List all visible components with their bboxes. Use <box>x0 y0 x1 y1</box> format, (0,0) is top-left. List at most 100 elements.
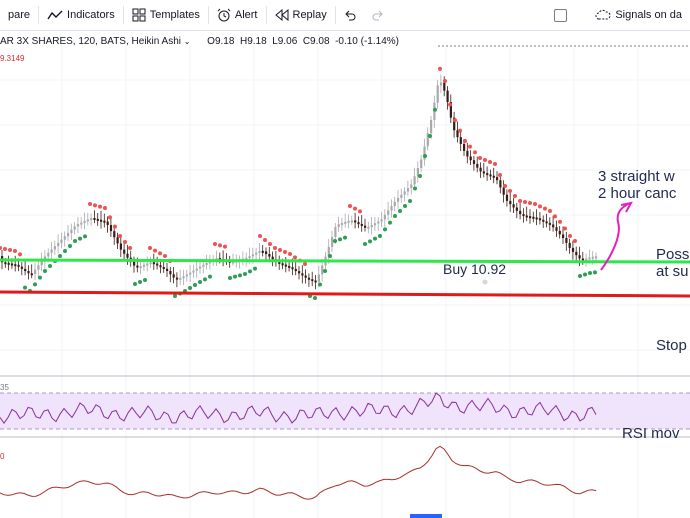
redo-icon <box>372 10 383 21</box>
candle-body <box>558 230 561 235</box>
candle-body <box>340 223 344 226</box>
candle-body <box>505 194 509 201</box>
trail-dot <box>493 162 497 166</box>
candle-body <box>463 143 466 151</box>
candle-body <box>317 274 320 282</box>
undo-button[interactable] <box>336 0 364 30</box>
candle-body <box>14 264 17 267</box>
checkbox[interactable] <box>554 8 568 22</box>
note-text[interactable]: 3 straight w 2 hour canc <box>598 168 676 202</box>
candle-body <box>383 214 386 220</box>
trail-dot <box>543 206 547 211</box>
candle-body <box>63 236 66 240</box>
stop-label[interactable]: Stop <box>656 337 687 354</box>
trail-dot <box>368 239 372 244</box>
trail-dot <box>283 250 287 254</box>
top-toolbar: pare Indicators Templates Alert Replay S… <box>0 0 690 31</box>
candle-body <box>73 226 76 230</box>
buy-label[interactable]: Buy 10.92 <box>443 261 506 277</box>
trail-dot <box>528 201 532 205</box>
templates-button[interactable]: Templates <box>124 0 208 30</box>
trail-dot <box>378 234 382 238</box>
indicators-button[interactable]: Indicators <box>39 0 123 30</box>
compare-button[interactable]: pare <box>0 0 38 30</box>
candle-body <box>459 137 462 144</box>
candle-body <box>334 227 337 237</box>
candle-body <box>585 258 588 261</box>
candle-body <box>354 220 357 223</box>
price-chart[interactable] <box>0 31 690 518</box>
rsi-note[interactable]: RSI mov <box>622 425 680 442</box>
trail-dot <box>223 244 227 249</box>
candle-body <box>525 215 528 218</box>
candle-body <box>420 159 423 168</box>
trail-dot <box>463 139 467 143</box>
trail-dot <box>293 255 297 260</box>
candle-body <box>268 254 271 257</box>
trail-dot <box>318 282 322 287</box>
replay-button[interactable]: Replay <box>267 0 335 30</box>
candle-body <box>466 150 469 157</box>
possible-text[interactable]: Poss at su <box>656 246 689 280</box>
trail-dot <box>143 278 147 282</box>
candle-body <box>482 171 485 174</box>
candle-body <box>4 262 7 265</box>
trail-dot <box>538 204 542 209</box>
undo-icon <box>345 10 356 21</box>
candle-body <box>314 280 317 283</box>
stop-line <box>0 290 690 298</box>
candle-body <box>393 201 396 207</box>
trail-dot <box>363 242 367 246</box>
trail-dot <box>383 227 387 232</box>
candle-body <box>162 267 165 270</box>
candle-body <box>486 173 489 176</box>
candle-body <box>430 120 433 134</box>
close-value: C9.08 <box>302 36 330 47</box>
candle-body <box>202 264 205 267</box>
trail-dot <box>88 202 92 206</box>
candle-body <box>436 85 439 103</box>
candle-body <box>50 249 53 253</box>
trail-dot <box>333 239 337 243</box>
candle-body <box>357 222 360 225</box>
trail-dot <box>128 246 132 250</box>
trail-dot <box>33 282 37 287</box>
candle-body <box>529 216 532 219</box>
redo-button[interactable] <box>364 0 392 30</box>
candle-body <box>119 243 122 250</box>
candle-body <box>522 214 525 217</box>
trail-dot <box>8 248 12 252</box>
candle-body <box>489 174 492 177</box>
candle-body <box>90 218 93 221</box>
candle-body <box>24 268 27 272</box>
trail-dot <box>18 252 22 257</box>
trail-dot <box>343 235 347 240</box>
trail-dot <box>13 249 17 253</box>
candle-body <box>571 247 575 252</box>
candle-body <box>199 266 202 269</box>
candle-body <box>367 226 370 229</box>
trail-dot <box>593 270 597 275</box>
indicator-value-label: 0 <box>0 452 5 461</box>
trail-dot <box>78 236 82 241</box>
trail-dot <box>313 296 317 300</box>
cloud-icon <box>595 9 611 20</box>
trail-dot <box>303 262 307 266</box>
chevron-down-icon[interactable]: ⌄ <box>184 37 191 46</box>
alert-button[interactable]: Alert <box>209 0 266 30</box>
candle-body <box>321 265 324 275</box>
trail-dot <box>433 107 437 112</box>
candle-body <box>397 198 400 202</box>
possible-line-1: Poss <box>656 246 690 263</box>
candle-body <box>123 249 126 254</box>
candle-body <box>588 257 591 260</box>
candle-body <box>301 273 304 276</box>
signals-button[interactable]: Signals on da <box>587 0 690 30</box>
rsi-band <box>0 393 690 429</box>
symbol-title[interactable]: AR 3X SHARES, 120, BATS, Heikin Ashi <box>0 36 181 47</box>
candle-body <box>380 219 383 222</box>
candle-body <box>258 250 261 253</box>
candle-body <box>149 262 152 265</box>
candle-body <box>96 218 99 221</box>
candle-body <box>86 219 89 222</box>
